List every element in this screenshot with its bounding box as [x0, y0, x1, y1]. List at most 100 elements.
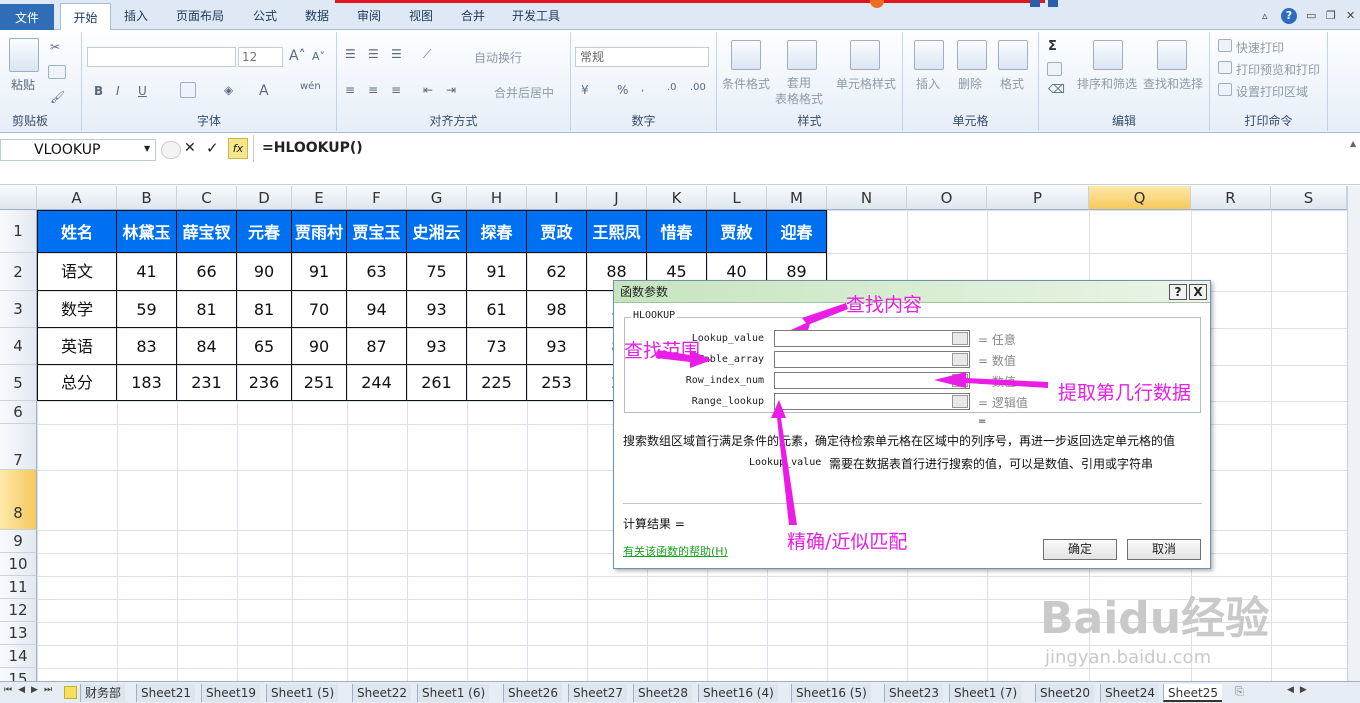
font-color-icon[interactable]: A — [259, 83, 269, 99]
sheet-tab[interactable]: Sheet22 — [352, 684, 411, 702]
row-header[interactable]: 10 — [0, 553, 37, 576]
sheet-tab[interactable]: 财务部 — [80, 684, 126, 702]
range-picker-icon[interactable] — [952, 374, 968, 387]
column-header[interactable]: G — [407, 186, 467, 210]
row-header[interactable]: 4 — [0, 328, 37, 365]
arg-input-range-lookup[interactable] — [774, 393, 970, 410]
sheet-tab[interactable]: Sheet21 — [136, 684, 195, 702]
align-bottom-icon[interactable]: ☰ — [391, 47, 402, 61]
row-header[interactable]: 12 — [0, 599, 37, 622]
print-preview-button[interactable]: 打印预览和打印 — [1236, 61, 1320, 78]
header-cell[interactable]: 史湘云 — [407, 210, 467, 253]
header-cell[interactable]: 惜春 — [647, 210, 707, 253]
table-cell[interactable]: 66 — [177, 253, 237, 291]
column-header[interactable]: S — [1271, 186, 1347, 210]
table-cell[interactable]: 93 — [527, 328, 587, 365]
underline-button[interactable]: U — [138, 84, 147, 98]
orientation-icon[interactable]: ⟋ — [423, 47, 431, 62]
print-area-button[interactable]: 设置打印区域 — [1236, 83, 1308, 100]
cell-styles-button[interactable]: 单元格样式 — [836, 75, 896, 92]
row-header[interactable]: 2 — [0, 253, 37, 291]
clear-icon[interactable]: ⌫ — [1048, 82, 1065, 96]
tab-page-layout[interactable]: 页面布局 — [176, 7, 224, 24]
column-header[interactable]: Q — [1089, 186, 1191, 210]
table-cell[interactable]: 41 — [117, 253, 177, 291]
sheet-tab[interactable]: Sheet1 (7) — [949, 684, 1022, 702]
sheet-tab[interactable]: Sheet24 — [1100, 684, 1159, 702]
align-middle-icon[interactable]: ☰ — [368, 47, 379, 61]
table-cell[interactable]: 91 — [292, 253, 347, 291]
table-cell[interactable]: 84 — [177, 328, 237, 365]
border-icon[interactable] — [180, 82, 196, 98]
comma-icon[interactable]: , — [641, 83, 644, 94]
tab-developer[interactable]: 开发工具 — [512, 7, 560, 24]
wrap-text-button[interactable]: 自动换行 — [474, 49, 522, 66]
table-cell[interactable]: 94 — [347, 291, 407, 328]
table-cell[interactable]: 253 — [527, 365, 587, 401]
tab-merge[interactable]: 合并 — [461, 7, 485, 24]
increase-decimal-icon[interactable]: .0 — [667, 82, 677, 93]
select-all-corner[interactable] — [0, 186, 37, 210]
cell-styles-icon[interactable] — [850, 40, 880, 70]
arg-input-row-index[interactable] — [774, 372, 970, 389]
sort-filter-button[interactable]: 排序和筛选 — [1077, 75, 1137, 92]
table-cell[interactable]: 语文 — [37, 253, 117, 291]
table-cell[interactable]: 英语 — [37, 328, 117, 365]
column-header[interactable]: L — [707, 186, 767, 210]
fill-color-icon[interactable]: ◈ — [224, 83, 233, 97]
function-arguments-dialog[interactable]: 函数参数 ? X HLOOKUP Lookup_value = 任意 Table… — [613, 280, 1211, 569]
print-preview-icon[interactable] — [1218, 61, 1232, 74]
column-header[interactable]: K — [647, 186, 707, 210]
align-top-icon[interactable]: ☰ — [345, 47, 356, 61]
column-header[interactable]: E — [292, 186, 347, 210]
tab-view[interactable]: 视图 — [409, 7, 433, 24]
table-cell[interactable]: 70 — [292, 291, 347, 328]
column-header[interactable]: I — [527, 186, 587, 210]
column-header[interactable]: J — [587, 186, 647, 210]
sheet-tab[interactable]: Sheet20 — [1035, 684, 1094, 702]
table-cell[interactable]: 65 — [237, 328, 292, 365]
indent-icon[interactable]: ⇤ — [423, 83, 433, 97]
row-header[interactable]: 6 — [0, 401, 37, 424]
font-size-select[interactable]: 12 — [238, 47, 283, 67]
table-cell[interactable]: 81 — [177, 291, 237, 328]
sheet-tab[interactable]: Sheet19 — [201, 684, 260, 702]
minimize-icon[interactable]: ▭ — [1306, 9, 1316, 22]
table-cell[interactable]: 73 — [467, 328, 527, 365]
arg-input-table-array[interactable] — [774, 351, 970, 368]
header-cell[interactable]: 林黛玉 — [117, 210, 177, 253]
table-format-icon[interactable] — [787, 40, 817, 70]
table-cell[interactable]: 251 — [292, 365, 347, 401]
quick-print-icon[interactable] — [1218, 39, 1232, 52]
arg-input-lookup-value[interactable] — [774, 330, 970, 347]
format-cells-button[interactable]: 格式 — [1000, 75, 1024, 92]
grow-font-icon[interactable]: A˄ — [289, 48, 306, 64]
table-cell[interactable]: 总分 — [37, 365, 117, 401]
column-header[interactable]: R — [1191, 186, 1271, 210]
table-cell[interactable]: 231 — [177, 365, 237, 401]
align-right-icon[interactable]: ≡ — [391, 83, 401, 97]
header-cell[interactable]: 王熙凤 — [587, 210, 647, 253]
find-select-button[interactable]: 查找和选择 — [1143, 75, 1203, 92]
table-cell[interactable]: 93 — [407, 328, 467, 365]
header-cell[interactable]: 贾宝玉 — [347, 210, 407, 253]
help-icon[interactable]: ? — [1281, 8, 1297, 24]
header-cell[interactable]: 探春 — [467, 210, 527, 253]
table-cell[interactable]: 81 — [237, 291, 292, 328]
table-cell[interactable]: 236 — [237, 365, 292, 401]
format-cells-icon[interactable] — [998, 40, 1028, 70]
row-header[interactable]: 3 — [0, 291, 37, 328]
number-format-select[interactable]: 常规 — [575, 47, 709, 67]
align-center-icon[interactable]: ≡ — [368, 83, 378, 97]
table-cell[interactable]: 59 — [117, 291, 177, 328]
row-header[interactable]: 7 — [0, 424, 37, 470]
insert-cells-icon[interactable] — [914, 40, 944, 70]
header-cell[interactable]: 贾赦 — [707, 210, 767, 253]
table-cell[interactable]: 87 — [347, 328, 407, 365]
row-header[interactable]: 1 — [0, 210, 37, 253]
sheet-tab[interactable]: Sheet16 (5) — [791, 684, 871, 702]
header-cell[interactable]: 薛宝钗 — [177, 210, 237, 253]
cancel-button[interactable]: 取消 — [1127, 539, 1201, 560]
percent-button[interactable]: % — [617, 83, 628, 97]
row-header[interactable]: 8 — [0, 470, 37, 530]
